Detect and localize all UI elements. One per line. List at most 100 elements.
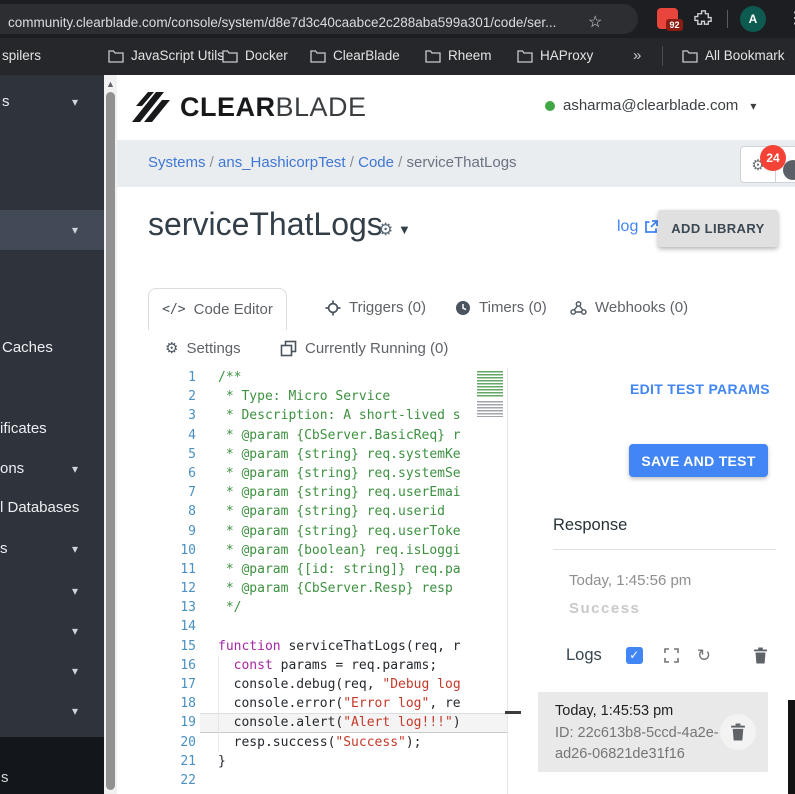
browser-menu-icon[interactable]: ⋮	[787, 8, 795, 28]
clear-logs-trash-icon[interactable]	[753, 647, 768, 664]
log-entry-card[interactable]: Today, 1:45:53 pm ID: 22c613b8-5ccd-4a2e…	[538, 692, 768, 772]
line-number: 18	[180, 696, 196, 712]
account-menu[interactable]: asharma@clearblade.com ▾	[545, 97, 756, 114]
sidebar-item[interactable]: ▾	[0, 658, 104, 684]
chevron-down-icon: ▾	[72, 584, 79, 598]
profile-avatar[interactable]: A	[740, 6, 766, 32]
sidebar-item[interactable]: ▾	[0, 698, 104, 724]
expand-icon[interactable]	[663, 648, 679, 663]
editor-line[interactable]: 7 * @param {string} req.userEmai	[148, 483, 507, 502]
editor-line[interactable]: 8 * @param {string} req.userid	[148, 502, 507, 521]
editor-line[interactable]: 10 * @param {boolean} req.isLoggi	[148, 541, 507, 560]
logo-blade: BLADE	[275, 91, 367, 122]
screen-edge-strip	[788, 700, 795, 794]
editor-line[interactable]: 2 * Type: Micro Service	[148, 387, 507, 406]
editor-line[interactable]: 17 console.debug(req, "Debug log	[148, 675, 507, 694]
bookmark-item[interactable]: Docker	[222, 48, 288, 63]
editor-line[interactable]: 15 function serviceThatLogs(req, r	[148, 637, 507, 656]
sidebar-item[interactable]: ons ▾	[0, 456, 104, 482]
delete-log-trash-icon[interactable]	[720, 714, 756, 750]
response-heading: Response	[553, 516, 628, 534]
editor-line[interactable]: 11 * @param {[id: string]} req.pa	[148, 560, 507, 579]
url-text[interactable]: community.clearblade.com/console/system/…	[8, 15, 556, 30]
editor-line[interactable]: 1 /**	[148, 368, 507, 387]
line-number: 12	[180, 581, 196, 597]
sidebar-item[interactable]: s ▾	[0, 89, 104, 115]
sidebar-item-external-databases[interactable]: l Databases	[0, 495, 104, 521]
url-bar[interactable]: community.clearblade.com/console/system/…	[0, 4, 638, 34]
target-icon	[325, 300, 341, 315]
sidebar-item-selected[interactable]: ▾	[0, 210, 104, 250]
log-link[interactable]: log	[617, 218, 659, 236]
all-bookmarks-button[interactable]: All Bookmark	[682, 48, 785, 63]
extension-count-badge: 92	[666, 19, 683, 31]
editor-line[interactable]: 6 * @param {string} req.systemSe	[148, 464, 507, 483]
bookmark-item[interactable]: spilers	[2, 48, 41, 63]
panel-resize-handle[interactable]	[505, 711, 521, 714]
code-icon: </>	[162, 302, 186, 317]
breadcrumb: Systems / ans_HashicorpTest / Code / ser…	[148, 154, 517, 171]
editor-line[interactable]: 19 console.alert("Alert log!!!")	[148, 713, 507, 733]
bookmark-item[interactable]: HAProxy	[517, 48, 593, 63]
editor-line[interactable]: 4 * @param {CbServer.BasicReq} r	[148, 426, 507, 445]
service-menu-caret-icon[interactable]: ▼	[398, 222, 411, 237]
bookmark-item[interactable]: ClearBlade	[310, 48, 400, 63]
clearblade-logo[interactable]: CLEARBLADE	[130, 88, 367, 126]
sidebar-item[interactable]: ▾	[0, 578, 104, 604]
editor-line[interactable]: 14	[148, 617, 507, 636]
breadcrumb-link-system[interactable]: ans_HashicorpTest	[218, 154, 346, 171]
line-code: * @param {[id: string]} req.pa	[218, 561, 461, 577]
editor-line[interactable]: 5 * @param {string} req.systemKe	[148, 445, 507, 464]
breadcrumb-link-systems[interactable]: Systems	[148, 154, 206, 171]
save-and-test-button[interactable]: SAVE AND TEST	[629, 444, 768, 477]
sidebar-item[interactable]: ▾	[0, 618, 104, 644]
editor-line[interactable]: 20 resp.success("Success");	[148, 733, 507, 752]
folder-icon	[222, 49, 238, 63]
editor-line[interactable]: 12 * @param {CbServer.Resp} resp	[148, 579, 507, 598]
editor-line[interactable]: 21}	[148, 752, 507, 771]
line-code: * Type: Micro Service	[218, 389, 391, 405]
tab-triggers[interactable]: Triggers (0)	[325, 299, 426, 316]
editor-line[interactable]: 16 const params = req.params;	[148, 656, 507, 675]
chevron-down-icon: ▾	[72, 704, 79, 718]
bookmark-label: ClearBlade	[333, 48, 400, 63]
folder-icon	[108, 49, 124, 63]
refresh-icon[interactable]: ↻	[697, 647, 711, 664]
bookmark-star-icon[interactable]: ☆	[588, 12, 602, 32]
line-code: * @param {CbServer.BasicReq} r	[218, 427, 461, 443]
chevron-down-icon: ▾	[72, 462, 79, 476]
edit-test-params-button[interactable]: EDIT TEST PARAMS	[630, 381, 770, 397]
add-library-button[interactable]: ADD LIBRARY	[658, 210, 778, 247]
tab-webhooks[interactable]: Webhooks (0)	[570, 299, 688, 316]
line-code: /**	[218, 370, 242, 385]
editor-line[interactable]: 9 * @param {string} req.userToke	[148, 522, 507, 541]
breadcrumb-link-code[interactable]: Code	[358, 154, 394, 171]
sidebar-item[interactable]: s ▾	[0, 536, 104, 562]
tab-code-editor[interactable]: </> Code Editor	[148, 288, 287, 330]
service-settings-gear-icon[interactable]: ⚙	[378, 220, 393, 240]
line-number: 4	[188, 427, 196, 443]
editor-line[interactable]: 22	[148, 771, 507, 790]
logs-label: Logs	[566, 646, 602, 664]
online-status-dot	[545, 100, 555, 111]
extensions-puzzle-icon[interactable]	[694, 9, 713, 33]
sidebar-bottom-panel[interactable]: s	[0, 737, 104, 794]
editor-minimap[interactable]	[477, 371, 504, 417]
line-number: 15	[180, 638, 196, 654]
logs-checkbox[interactable]: ✓	[625, 647, 643, 664]
editor-line[interactable]: 18 console.error("Error log", re	[148, 694, 507, 713]
scrollbar-thumb[interactable]	[106, 92, 115, 790]
tab-settings[interactable]: ⚙ Settings	[165, 340, 241, 357]
sidebar-item-caches[interactable]: Caches	[0, 335, 104, 361]
code-editor[interactable]: 1/** 2 * Type: Micro Service 3 * Descripti…	[148, 368, 507, 794]
bookmark-item[interactable]: JavaScript Utils	[108, 48, 224, 63]
tab-currently-running[interactable]: Currently Running (0)	[280, 340, 448, 357]
editor-line[interactable]: 3 * Description: A short-lived s	[148, 406, 507, 425]
bookmarks-overflow-chevron[interactable]: »	[633, 47, 641, 64]
bookmark-item[interactable]: Rheem	[425, 48, 492, 63]
sidebar-item-certificates[interactable]: ificates	[0, 416, 104, 442]
folder-icon	[425, 49, 441, 63]
scrollbar-up-arrow[interactable]: ▲	[106, 79, 115, 89]
tab-timers[interactable]: Timers (0)	[455, 299, 547, 316]
editor-line[interactable]: 13 */	[148, 598, 507, 617]
